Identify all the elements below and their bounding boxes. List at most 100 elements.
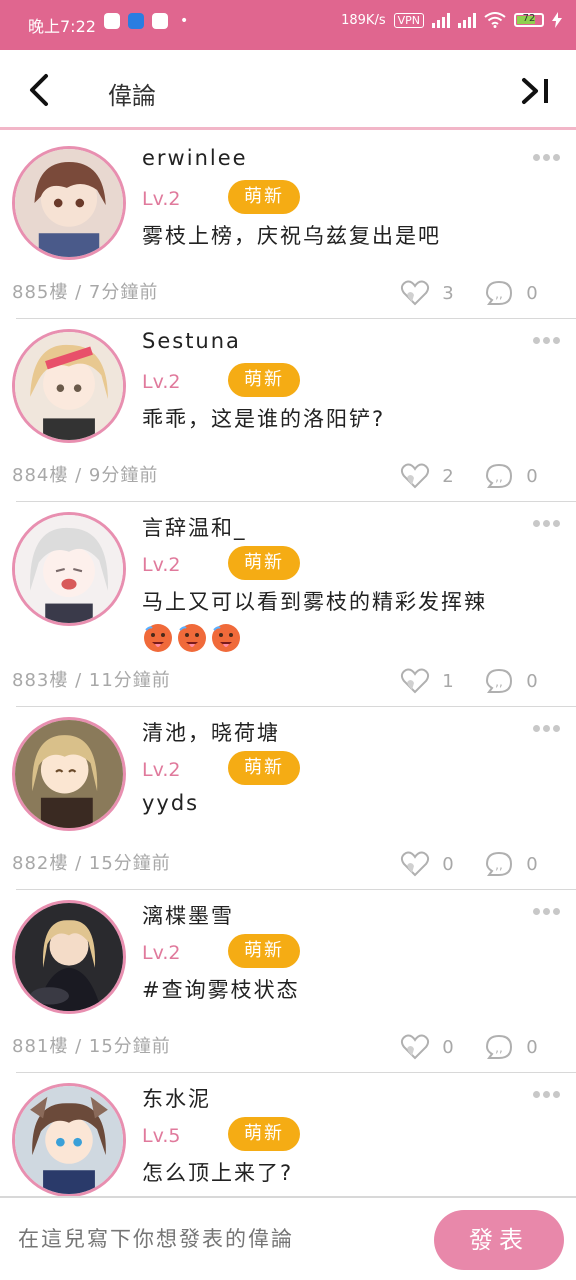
more-options-icon[interactable]: [533, 725, 560, 732]
user-tag-badge: 萌新: [228, 546, 300, 580]
post-item[interactable]: Sestuna Lv.2 萌新 乖乖，这是谁的洛阳铲? 884樓 / 9分鐘前 …: [12, 319, 576, 502]
hot-face-emoji: [212, 624, 240, 652]
user-level: Lv.2: [142, 554, 181, 576]
comment-count: 0: [526, 670, 538, 692]
meta-separator: /: [75, 465, 83, 486]
status-bar: 晚上7:22 • 189K/s VPN 72: [0, 0, 576, 50]
notification-app-icon: [152, 13, 168, 29]
page-title: 偉論: [108, 82, 156, 110]
comment-icon[interactable]: ,,: [484, 1034, 514, 1060]
heart-icon[interactable]: [400, 851, 430, 877]
user-name[interactable]: 东水泥: [142, 1083, 211, 1113]
post-time: 11分鐘前: [88, 670, 171, 691]
post-content: 乖乖，这是谁的洛阳铲?: [142, 407, 386, 431]
signal-icon: [432, 12, 450, 28]
user-name[interactable]: 清池，晓荷塘: [142, 717, 280, 747]
post-time: 15分鐘前: [88, 853, 171, 874]
svg-text:,,: ,,: [495, 287, 503, 301]
post-item[interactable]: 清池，晓荷塘 Lv.2 萌新 yyds 882樓 / 15分鐘前 0 ,, 0: [12, 707, 576, 890]
post-time: 9分鐘前: [88, 465, 159, 486]
more-options-icon[interactable]: [533, 337, 560, 344]
notification-app-icon: [104, 13, 120, 29]
post-actions: 0 ,, 0: [400, 1034, 550, 1060]
avatar[interactable]: [12, 717, 126, 831]
status-time: 晚上7:22: [28, 17, 96, 36]
user-tag-badge: 萌新: [228, 751, 300, 785]
post-meta: 885樓 / 7分鐘前: [12, 278, 158, 304]
svg-text:,,: ,,: [495, 470, 503, 484]
post-meta: 883樓 / 11分鐘前: [12, 666, 171, 692]
floor-number: 883樓: [12, 670, 69, 691]
chevron-left-icon[interactable]: [22, 72, 58, 108]
post-content: #查询雾枝状态: [142, 978, 300, 1002]
like-count: 0: [442, 853, 454, 875]
top-bar: 偉論: [0, 50, 576, 130]
more-options-icon[interactable]: [533, 520, 560, 527]
post-time: 15分鐘前: [88, 1036, 171, 1057]
comment-icon[interactable]: ,,: [484, 668, 514, 694]
comment-icon[interactable]: ,,: [484, 280, 514, 306]
battery-icon: 72: [514, 13, 544, 27]
user-name[interactable]: 言辞温和_: [142, 512, 247, 542]
user-name[interactable]: 漓楪墨雪: [142, 900, 234, 930]
comment-icon[interactable]: ,,: [484, 463, 514, 489]
send-button[interactable]: 發表: [434, 1210, 564, 1270]
user-tag-badge: 萌新: [228, 363, 300, 397]
avatar[interactable]: [12, 329, 126, 443]
avatar[interactable]: [12, 1083, 126, 1197]
user-level: Lv.5: [142, 1125, 181, 1147]
post-item[interactable]: 言辞温和_ Lv.2 萌新 马上又可以看到雾枝的精彩发挥辣 883樓 / 11分…: [12, 502, 576, 707]
post-item[interactable]: erwinlee Lv.2 萌新 雾枝上榜，庆祝乌兹复出是吧 885樓 / 7分…: [12, 136, 576, 319]
vpn-badge: VPN: [393, 12, 424, 28]
more-options-icon[interactable]: [533, 908, 560, 915]
like-count: 3: [442, 282, 454, 304]
post-actions: 1 ,, 0: [400, 668, 550, 694]
more-options-icon[interactable]: [533, 1091, 560, 1098]
signal-icon: [458, 12, 476, 28]
comment-count: 0: [526, 1036, 538, 1058]
emoji-row: [142, 622, 242, 654]
floor-number: 881樓: [12, 1036, 69, 1057]
post-actions: 2 ,, 0: [400, 463, 550, 489]
like-count: 1: [442, 670, 454, 692]
comment-count: 0: [526, 465, 538, 487]
post-list: erwinlee Lv.2 萌新 雾枝上榜，庆祝乌兹复出是吧 885樓 / 7分…: [0, 136, 576, 1255]
avatar[interactable]: [12, 146, 126, 260]
wifi-icon: [484, 12, 506, 28]
floor-number: 885樓: [12, 282, 69, 303]
post-time: 7分鐘前: [88, 282, 159, 303]
user-name[interactable]: Sestuna: [142, 329, 241, 353]
floor-number: 884樓: [12, 465, 69, 486]
heart-icon[interactable]: [400, 463, 430, 489]
svg-text:,,: ,,: [495, 675, 503, 689]
post-content: yyds: [142, 791, 200, 815]
network-speed: 189K/s: [341, 12, 386, 28]
user-name[interactable]: erwinlee: [142, 146, 248, 170]
hot-face-emoji: [144, 624, 172, 652]
heart-icon[interactable]: [400, 1034, 430, 1060]
post-actions: 0 ,, 0: [400, 851, 550, 877]
notification-app-icon: [128, 13, 144, 29]
like-count: 0: [442, 1036, 454, 1058]
user-level: Lv.2: [142, 371, 181, 393]
avatar[interactable]: [12, 900, 126, 1014]
comment-icon[interactable]: ,,: [484, 851, 514, 877]
post-actions: 3 ,, 0: [400, 280, 550, 306]
avatar[interactable]: [12, 512, 126, 626]
user-tag-badge: 萌新: [228, 1117, 300, 1151]
more-options-icon[interactable]: [533, 154, 560, 161]
comment-count: 0: [526, 282, 538, 304]
comment-input[interactable]: [16, 1226, 420, 1252]
notification-icons: •: [104, 13, 188, 29]
heart-icon[interactable]: [400, 668, 430, 694]
charging-icon: [552, 12, 562, 28]
svg-text:,,: ,,: [495, 858, 503, 872]
post-meta: 882樓 / 15分鐘前: [12, 849, 171, 875]
post-item[interactable]: 漓楪墨雪 Lv.2 萌新 #查询雾枝状态 881樓 / 15分鐘前 0 ,, 0: [12, 890, 576, 1073]
heart-icon[interactable]: [400, 280, 430, 306]
post-meta: 881樓 / 15分鐘前: [12, 1032, 171, 1058]
meta-separator: /: [75, 1036, 83, 1057]
composer-bar: 發表: [0, 1196, 576, 1280]
svg-text:,,: ,,: [495, 1041, 503, 1055]
skip-to-end-icon[interactable]: [518, 76, 554, 106]
